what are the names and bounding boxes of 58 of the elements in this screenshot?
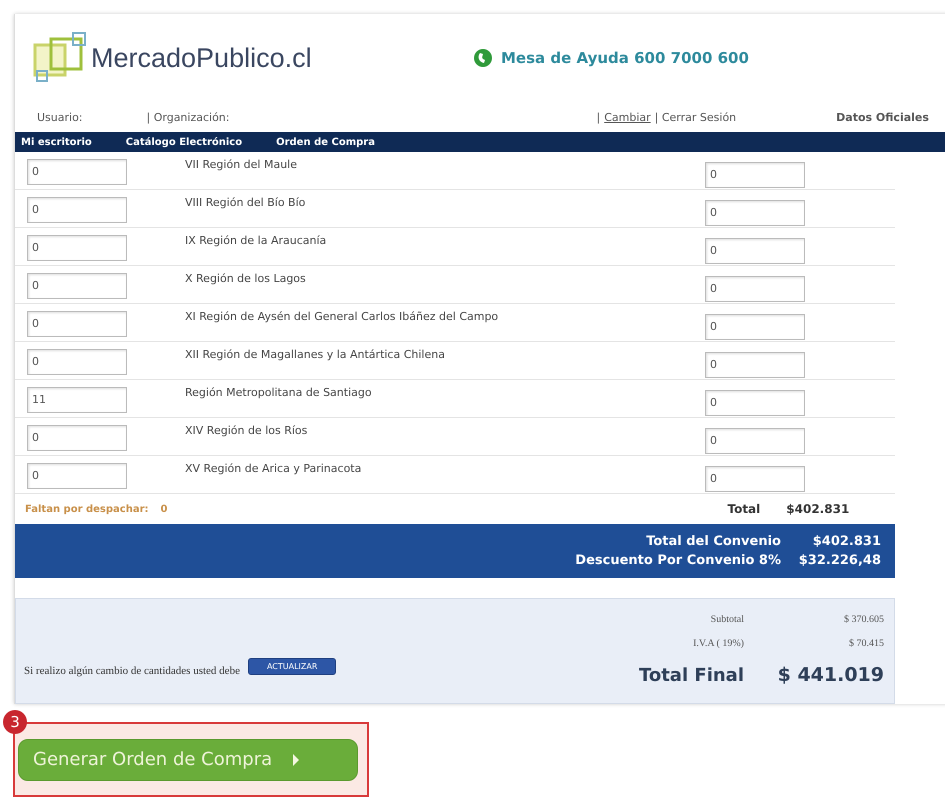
quantity-field[interactable]: 0 (27, 348, 127, 374)
update-note: Si realizo algún cambio de cantidades usted debe (24, 665, 240, 677)
value-field[interactable]: 0 (705, 428, 805, 454)
phone-icon (473, 48, 493, 68)
final-total-label: Total Final (638, 664, 744, 686)
final-total-value: $ 441.019 (776, 664, 884, 686)
value-field[interactable]: 0 (705, 200, 805, 226)
quantity-field[interactable]: 0 (27, 462, 127, 488)
value-field[interactable]: 0 (705, 314, 805, 340)
region-name: XV Región de Arica y Parinacota (185, 462, 362, 475)
separator: | (596, 110, 600, 124)
region-name: VII Región del Maule (185, 158, 298, 171)
value-field[interactable]: 0 (705, 466, 805, 492)
region-name: XII Región de Magallanes y la Antártica Chilena (185, 348, 446, 361)
nav-item[interactable]: Mi escritorio (21, 136, 92, 148)
quantity-field[interactable]: 0 (27, 234, 127, 260)
organization-label: | Organización: (146, 110, 230, 124)
logo-icon (33, 31, 89, 85)
step-badge: 3 (3, 710, 27, 734)
agreement-label: Total del Convenio (646, 534, 781, 549)
total-value: $402.831 (786, 502, 850, 516)
official-data-link[interactable]: Datos Oficiales (836, 110, 929, 124)
pending-label: Faltan por despachar: (25, 504, 149, 514)
agreement-value: $32.226,48 (798, 553, 881, 568)
region-name: VIII Región del Bío Bío (185, 196, 306, 209)
value-field[interactable]: 0 (705, 238, 805, 264)
nav-item[interactable]: Catálogo Electrónico (126, 136, 242, 148)
agreement-value: $402.831 (812, 534, 881, 549)
quantity-field[interactable]: 11 (27, 386, 127, 412)
summary-value: $ 370.605 (843, 614, 884, 624)
summary-value: $ 70.415 (848, 638, 884, 648)
region-name: XIV Región de los Ríos (185, 424, 308, 437)
nav-item[interactable]: Orden de Compra (276, 136, 375, 148)
agreement-label: Descuento Por Convenio 8% (575, 553, 781, 568)
quantity-field[interactable]: 0 (27, 272, 127, 298)
quantity-field[interactable]: 0 (27, 158, 127, 184)
user-label: Usuario: (37, 110, 83, 124)
logout-link[interactable]: | Cerrar Sesión (654, 110, 736, 124)
helpdesk-text: Mesa de Ayuda 600 7000 600 (501, 49, 749, 67)
value-field[interactable]: 0 (705, 276, 805, 302)
value-field[interactable]: 0 (705, 352, 805, 378)
logo-text: MercadoPublico.cl (91, 42, 312, 74)
quantity-field[interactable]: 0 (27, 310, 127, 336)
caret-icon (292, 752, 300, 766)
quantity-field[interactable]: 0 (27, 196, 127, 222)
region-name: IX Región de la Araucanía (185, 234, 328, 247)
quantity-field[interactable]: 0 (27, 424, 127, 450)
total-label: Total (727, 502, 760, 516)
value-field[interactable]: 0 (705, 162, 805, 188)
region-name: Región Metropolitana de Santiago (185, 386, 373, 399)
pending-value: 0 (160, 504, 168, 514)
region-name: X Región de los Lagos (185, 272, 307, 285)
summary-label: I.V.A ( 19%) (693, 638, 744, 648)
update-button[interactable]: ACTUALIZAR (248, 658, 336, 674)
region-name: XI Región de Aysén del General Carlos Ibáñez del Campo (185, 310, 500, 323)
summary-label: Subtotal (710, 614, 744, 624)
change-link[interactable]: Cambiar (604, 110, 651, 124)
value-field[interactable]: 0 (705, 390, 805, 416)
